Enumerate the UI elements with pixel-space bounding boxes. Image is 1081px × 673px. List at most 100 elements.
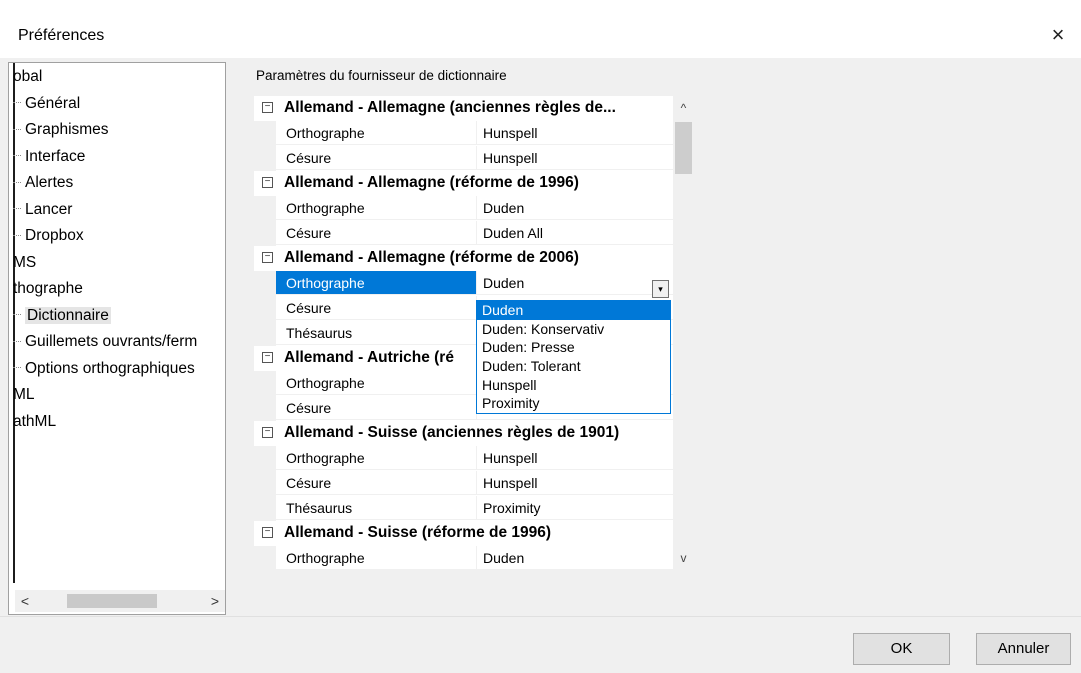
scroll-down-arrow[interactable]: v xyxy=(673,548,694,568)
category-row[interactable]: − Allemand - Suisse (réforme de 1996) xyxy=(254,521,673,546)
tree-item[interactable]: Dictionnaire xyxy=(13,304,111,328)
tree-item-label: Général xyxy=(25,94,81,112)
collapse-icon[interactable]: − xyxy=(262,252,273,263)
dropdown-option[interactable]: Duden: Presse xyxy=(477,338,670,357)
title-bar: Préférences × xyxy=(0,0,1081,64)
category-label: Allemand - Allemagne (anciennes règles d… xyxy=(284,99,616,116)
tree-horizontal-scrollbar[interactable]: < > xyxy=(15,590,225,612)
tree-item[interactable]: Alertes xyxy=(13,171,73,195)
tree-item-label: athML xyxy=(13,412,57,430)
property-name: Orthographe xyxy=(276,196,476,220)
tree-item-label: ML xyxy=(13,386,35,403)
row-gutter xyxy=(254,271,276,296)
property-row[interactable]: Thésaurus Proximity xyxy=(254,496,673,521)
tree-item[interactable]: athML xyxy=(13,410,56,434)
tree-connector xyxy=(13,128,21,131)
property-value[interactable]: Hunspell xyxy=(476,146,673,170)
dialog-client: < > obal Général Graphismes Interface Alerte… xyxy=(0,58,1081,673)
category-row[interactable]: − Allemand - Suisse (anciennes règles de … xyxy=(254,421,673,446)
property-name: Césure xyxy=(276,221,476,245)
property-value[interactable]: Hunspell xyxy=(476,121,673,145)
tree-item[interactable]: Lancer xyxy=(13,198,72,222)
tree-item-label: Dictionnaire xyxy=(25,306,111,324)
property-row[interactable]: Orthographe Hunspell xyxy=(254,446,673,471)
collapse-icon[interactable]: − xyxy=(262,527,273,538)
property-row[interactable]: Césure Hunspell xyxy=(254,146,673,171)
tree-item-label: obal xyxy=(13,68,43,85)
property-name: Thésaurus xyxy=(276,496,476,520)
category-row[interactable]: − Allemand - Allemagne (anciennes règles … xyxy=(254,96,673,121)
dropdown-arrow-button[interactable]: ▾ xyxy=(652,280,669,298)
cancel-button[interactable]: Annuler xyxy=(976,633,1071,665)
tree-item[interactable]: Général xyxy=(13,92,80,116)
tree-item-label: MS xyxy=(13,253,37,271)
category-tree[interactable]: < > obal Général Graphismes Interface Alerte… xyxy=(8,62,226,615)
row-gutter xyxy=(254,546,276,570)
tree-item[interactable]: Options orthographiques xyxy=(13,357,195,381)
collapse-icon[interactable]: − xyxy=(262,177,273,188)
row-gutter xyxy=(254,371,276,396)
property-name: Césure xyxy=(276,146,476,170)
property-value[interactable]: Duden xyxy=(476,196,673,220)
dropdown-option[interactable]: Proximity xyxy=(477,394,670,413)
property-name: Orthographe xyxy=(276,371,476,395)
property-row[interactable]: Orthographe Hunspell xyxy=(254,121,673,146)
property-row[interactable]: Orthographe Duden xyxy=(254,271,673,296)
tree-item[interactable]: ML xyxy=(13,383,35,407)
category-row[interactable]: − Allemand - Allemagne (réforme de 2006) xyxy=(254,246,673,271)
orthographe-dropdown-list[interactable]: Duden Duden: Konservativ Duden: Presse Dude… xyxy=(476,300,671,414)
close-button[interactable]: × xyxy=(1043,20,1073,50)
property-value[interactable]: Proximity xyxy=(476,496,673,520)
property-value[interactable]: Duden All xyxy=(476,221,673,245)
property-value[interactable]: Hunspell xyxy=(476,471,673,495)
scroll-left-arrow[interactable]: < xyxy=(15,590,35,612)
tree-item-label: Dropbox xyxy=(25,227,84,244)
scroll-right-arrow[interactable]: > xyxy=(205,590,225,612)
collapse-icon[interactable]: − xyxy=(262,427,273,438)
category-row[interactable]: − Allemand - Allemagne (réforme de 1996) xyxy=(254,171,673,196)
row-gutter xyxy=(254,196,276,221)
tree-item[interactable]: MS xyxy=(13,251,36,275)
tree-item[interactable]: Guillemets ouvrants/ferm xyxy=(13,330,197,354)
scroll-thumb[interactable] xyxy=(67,594,157,608)
group-label: Paramètres du fournisseur de dictionnair… xyxy=(256,68,507,83)
scroll-up-arrow[interactable]: ^ xyxy=(673,98,694,118)
collapse-icon[interactable]: − xyxy=(262,102,273,113)
dropdown-option[interactable]: Hunspell xyxy=(477,376,670,395)
dropdown-option[interactable]: Duden: Konservativ xyxy=(477,320,670,339)
tree-connector xyxy=(13,340,21,343)
tree-item-label: Options orthographiques xyxy=(25,359,195,377)
tree-item-label: thographe xyxy=(13,280,83,297)
tree-item[interactable]: Dropbox xyxy=(13,224,84,248)
collapse-icon[interactable]: − xyxy=(262,352,273,363)
category-label: Allemand - Allemagne (réforme de 1996) xyxy=(284,174,579,191)
property-value[interactable]: Duden xyxy=(476,271,673,295)
property-row[interactable]: Orthographe Duden xyxy=(254,196,673,221)
grid-vertical-scrollbar[interactable]: ^ v xyxy=(673,96,694,570)
property-name: Césure xyxy=(276,396,476,420)
window-title: Préférences xyxy=(18,27,105,44)
dropdown-option[interactable]: Duden xyxy=(477,301,670,320)
tree-connector xyxy=(13,102,21,104)
tree-connector xyxy=(13,181,21,184)
property-name: Césure xyxy=(276,471,476,495)
tree-item[interactable]: obal xyxy=(13,65,42,89)
row-gutter xyxy=(254,146,276,171)
property-row[interactable]: Césure Duden All xyxy=(254,221,673,246)
property-name: Orthographe xyxy=(276,271,476,295)
tree-item[interactable]: thographe xyxy=(13,277,83,301)
category-label: Allemand - Suisse (réforme de 1996) xyxy=(284,524,552,541)
property-value[interactable]: Duden xyxy=(476,546,673,570)
dropdown-option[interactable]: Duden: Tolerant xyxy=(477,357,670,376)
property-name: Orthographe xyxy=(276,121,476,145)
tree-item[interactable]: Graphismes xyxy=(13,118,109,142)
property-row[interactable]: Orthographe Duden xyxy=(254,546,673,570)
scroll-thumb[interactable] xyxy=(675,122,692,174)
property-row[interactable]: Césure Hunspell xyxy=(254,471,673,496)
property-name: Thésaurus xyxy=(276,321,476,345)
row-gutter xyxy=(254,446,276,471)
property-value[interactable]: Hunspell xyxy=(476,446,673,470)
ok-button[interactable]: OK xyxy=(853,633,950,665)
tree-item[interactable]: Interface xyxy=(13,145,85,169)
tree-connector xyxy=(13,208,21,210)
